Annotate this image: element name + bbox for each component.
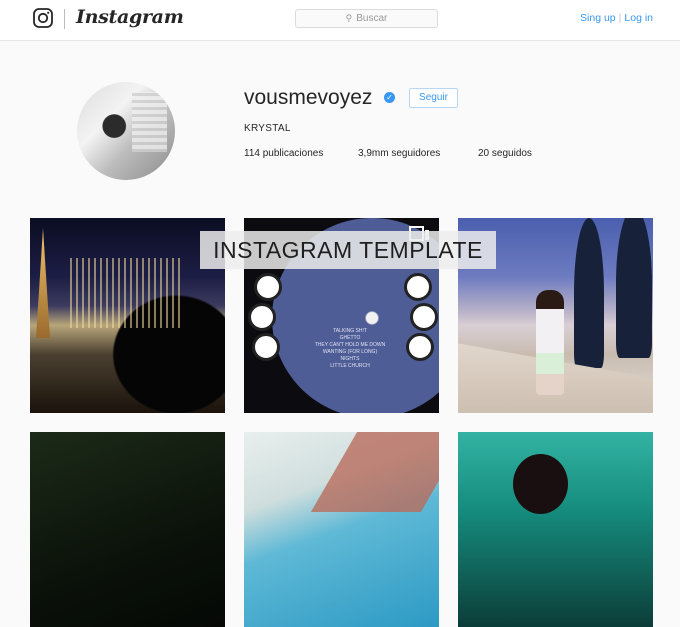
eiffel-tower-shape <box>36 228 50 338</box>
person-figure <box>536 290 564 395</box>
record-thumb-right-1 <box>404 273 432 301</box>
top-nav-bar: Instagram ⚲ Buscar Sing up | Log in <box>0 0 680 41</box>
signup-link[interactable]: Sing up <box>580 12 616 24</box>
auth-separator: | <box>618 12 622 24</box>
followers-count: 3,9mm <box>358 148 389 159</box>
post-thumbnail-teal-portrait[interactable] <box>458 432 653 627</box>
following-label: seguidos <box>491 148 532 159</box>
profile-full-name: KRYSTAL <box>244 123 291 134</box>
profile-username: vousmevoyez <box>244 86 373 109</box>
logo-divider <box>64 9 65 29</box>
record-thumb-right-2 <box>410 303 438 331</box>
post-thumbnail-dark-foliage[interactable] <box>30 432 225 627</box>
search-placeholder: Buscar <box>356 13 388 24</box>
auth-links: Sing up | Log in <box>580 12 653 24</box>
login-link[interactable]: Log in <box>624 12 653 24</box>
followers-label: seguidores <box>391 148 441 159</box>
cypress-tree-2 <box>616 218 652 358</box>
city-lights <box>70 258 180 328</box>
pool-deck <box>310 432 439 512</box>
posts-count: 114 <box>244 148 260 159</box>
record-thumb-left-2 <box>248 303 276 331</box>
posts-label: publicaciones <box>262 148 324 159</box>
record-thumb-left-3 <box>252 333 280 361</box>
record-thumb-left-1 <box>254 273 282 301</box>
following-stat[interactable]: 20 seguidos <box>478 148 532 159</box>
follow-button[interactable]: Seguir <box>409 88 458 108</box>
following-count: 20 <box>478 148 490 159</box>
posts-stat: 114 publicaciones <box>244 148 323 159</box>
record-thumb-right-3 <box>406 333 434 361</box>
record-tracklist: TALKING SH!T GHETTO THEY CAN'T HOLD ME D… <box>314 328 386 369</box>
portrait-head <box>513 454 568 514</box>
post-thumbnail-pool[interactable] <box>244 432 439 627</box>
profile-avatar[interactable] <box>77 82 175 180</box>
instagram-wordmark[interactable]: Instagram <box>76 6 184 28</box>
search-input[interactable]: ⚲ Buscar <box>295 9 438 28</box>
cypress-tree-1 <box>574 218 604 368</box>
template-watermark-banner: INSTAGRAM TEMPLATE <box>200 231 496 269</box>
post-thumbnail-vegas-night[interactable] <box>30 218 225 413</box>
verified-badge-icon: ✓ <box>384 92 395 103</box>
followers-stat[interactable]: 3,9mm seguidores <box>358 148 440 159</box>
instagram-camera-icon[interactable] <box>33 8 53 28</box>
search-icon: ⚲ <box>345 13 353 23</box>
